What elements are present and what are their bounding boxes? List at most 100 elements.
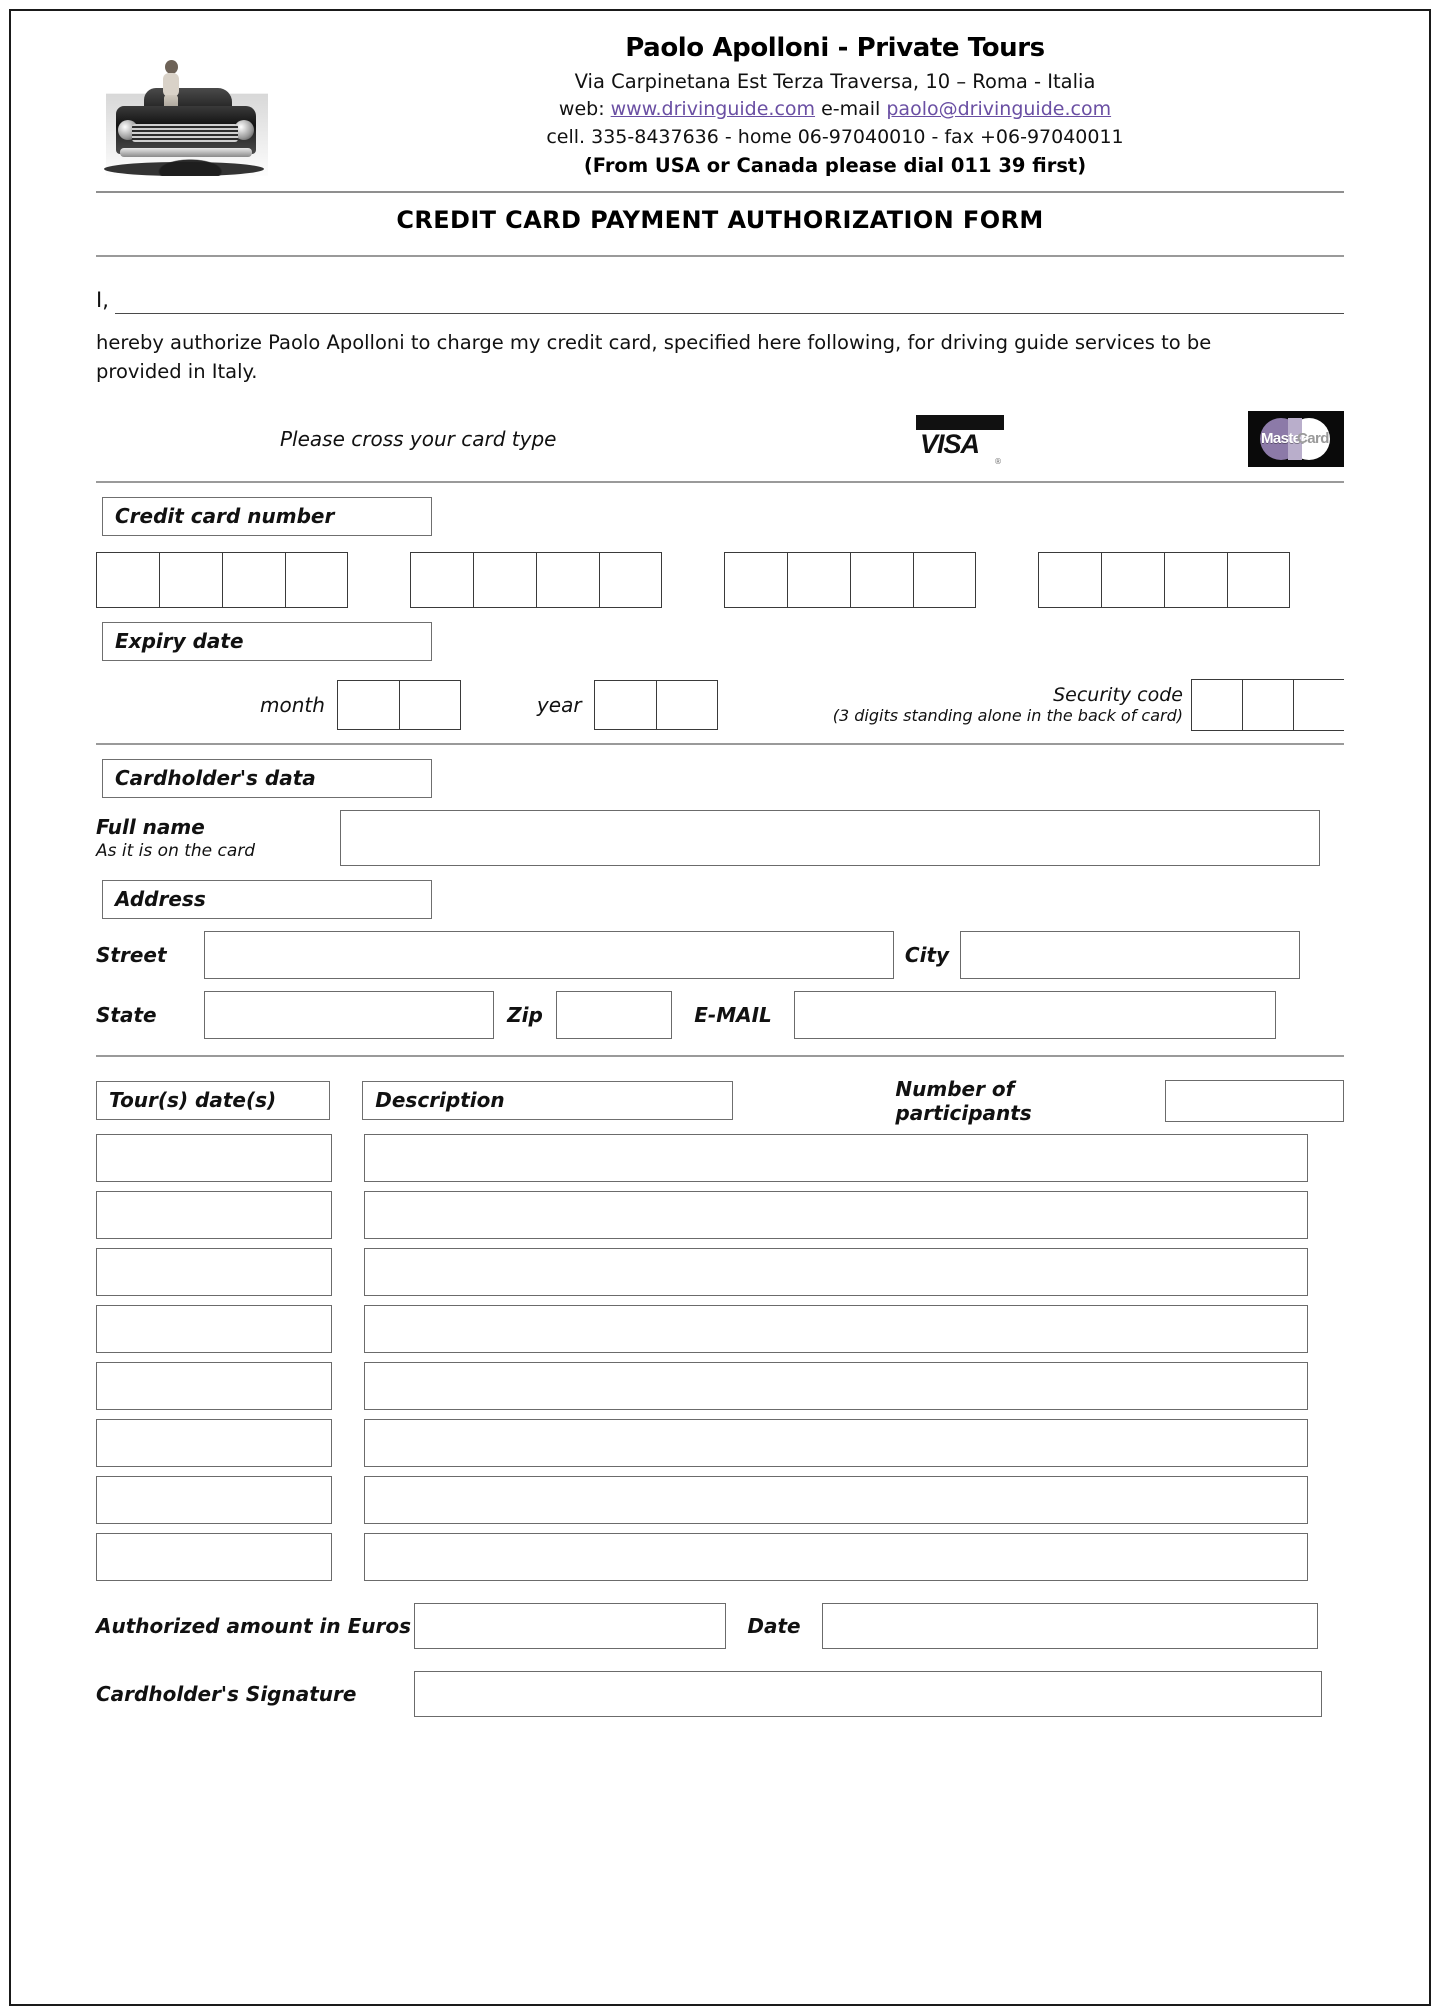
cc-digit-box[interactable] [410,551,473,608]
page-title: CREDIT CARD PAYMENT AUTHORIZATION FORM [396,205,1044,234]
security-code-input[interactable] [1191,678,1344,731]
table-row [96,1247,1344,1296]
cc-group-1[interactable] [96,551,348,608]
authorizer-name-input[interactable] [114,287,1344,314]
tour-date-cell[interactable] [96,1418,332,1467]
credit-card-label-row: Credit card number [102,496,1344,536]
tour-dates-column-header: Tour(s) date(s) [96,1081,331,1121]
expiry-year-input[interactable] [593,679,718,730]
form-content: Paolo Apolloni - Private Tours Via Carpi… [96,32,1344,1717]
expiry-label-row: Expiry date [102,621,1344,661]
cc-digit-box[interactable] [1038,551,1101,608]
cc-digit-box[interactable] [159,551,222,608]
security-code-label: Security code [1053,684,1183,707]
tour-date-cell[interactable] [96,1304,332,1353]
tour-description-cell[interactable] [364,1304,1308,1353]
tour-date-cell[interactable] [96,1532,332,1581]
web-prefix-label: web: [558,98,611,121]
cc-digit-box[interactable] [1101,551,1164,608]
expiry-month-input[interactable] [336,679,461,730]
cc-digit-box[interactable] [1164,551,1227,608]
card-type-row: Please cross your card type VISA ® Maste… [96,407,1344,471]
divider-below-title [96,254,1344,257]
city-input[interactable] [960,930,1300,979]
authorization-paragraph: hereby authorize Paolo Apolloni to charg… [96,330,1212,384]
expiry-section-label: Expiry date [102,621,432,661]
cc-digit-box[interactable] [724,551,787,608]
year-digit-box[interactable] [655,679,718,730]
security-code-labels: Security code (3 digits standing alone i… [833,684,1183,725]
tour-description-cell[interactable] [364,1532,1308,1581]
visa-logo-icon[interactable]: VISA ® [916,413,1008,466]
divider-above-card-number [96,480,1344,483]
vintage-car-photo-icon [96,58,278,178]
credit-card-number-input[interactable] [96,551,1344,608]
cc-digit-box[interactable] [599,551,662,608]
email-link[interactable]: paolo@drivinguide.com [886,98,1111,120]
cc-digit-box[interactable] [222,551,285,608]
cc-group-4[interactable] [1038,551,1290,608]
company-phones: cell. 335-8437636 - home 06-97040010 - f… [546,125,1124,148]
email-input[interactable] [794,990,1276,1039]
full-name-sublabel: As it is on the card [96,840,256,861]
table-row [96,1475,1344,1524]
cc-digit-box[interactable] [473,551,536,608]
date-label: Date [747,1613,801,1638]
security-digit-box[interactable] [1242,678,1293,731]
letterhead-text: Paolo Apolloni - Private Tours Via Carpi… [326,32,1344,181]
year-digit-box[interactable] [593,679,656,730]
mastercard-logo-icon[interactable]: Master Card [1248,410,1344,467]
cc-digit-box[interactable] [850,551,913,608]
expiry-row: month year Security code (3 digits stand… [96,678,1344,731]
cc-digit-box[interactable] [1227,551,1290,608]
address-label-row: Address [102,879,1344,919]
state-input[interactable] [204,990,494,1039]
letterhead: Paolo Apolloni - Private Tours Via Carpi… [96,32,1344,181]
document-page: Paolo Apolloni - Private Tours Via Carpi… [0,0,1440,2015]
cc-digit-box[interactable] [536,551,599,608]
email-label: E-MAIL [694,1002,772,1027]
month-label: month [260,692,325,717]
signature-input[interactable] [414,1670,1322,1717]
website-link[interactable]: www.drivinguide.com [611,98,815,120]
cc-digit-box[interactable] [96,551,159,608]
year-label: year [536,692,582,717]
tour-description-cell[interactable] [364,1190,1308,1239]
cardholder-label-row: Cardholder's data [102,758,1344,798]
date-input[interactable] [822,1602,1318,1649]
tour-date-cell[interactable] [96,1475,332,1524]
cc-group-3[interactable] [724,551,976,608]
cc-group-2[interactable] [410,551,662,608]
international-dial-note: (From USA or Canada please dial 011 39 f… [583,154,1087,178]
tour-description-cell[interactable] [364,1418,1308,1467]
security-digit-box[interactable] [1191,678,1242,731]
mastercard-wordmark-2: Card [1297,429,1329,447]
month-digit-box[interactable] [398,679,461,730]
security-code-note: (3 digits standing alone in the back of … [832,706,1183,726]
divider-above-cardholder [96,742,1344,745]
full-name-input[interactable] [340,809,1320,866]
table-row [96,1532,1344,1581]
logo-container [96,32,326,178]
tour-date-cell[interactable] [96,1190,332,1239]
authorized-amount-input[interactable] [414,1602,726,1649]
state-label: State [96,1002,157,1027]
zip-label: Zip [507,1002,543,1027]
cc-digit-box[interactable] [787,551,850,608]
zip-input[interactable] [556,990,672,1039]
tour-description-cell[interactable] [364,1361,1308,1410]
tour-date-cell[interactable] [96,1133,332,1182]
security-digit-box[interactable] [1293,678,1344,731]
tour-date-cell[interactable] [96,1361,332,1410]
amount-date-row: Authorized amount in Euros Date [96,1602,1344,1649]
street-input[interactable] [204,930,894,979]
tour-description-cell[interactable] [364,1133,1308,1182]
cc-digit-box[interactable] [285,551,348,608]
tour-date-cell[interactable] [96,1247,332,1296]
table-row [96,1190,1344,1239]
tour-description-cell[interactable] [364,1475,1308,1524]
month-digit-box[interactable] [336,679,399,730]
cc-digit-box[interactable] [913,551,976,608]
participants-input[interactable] [1165,1079,1344,1122]
tour-description-cell[interactable] [364,1247,1308,1296]
